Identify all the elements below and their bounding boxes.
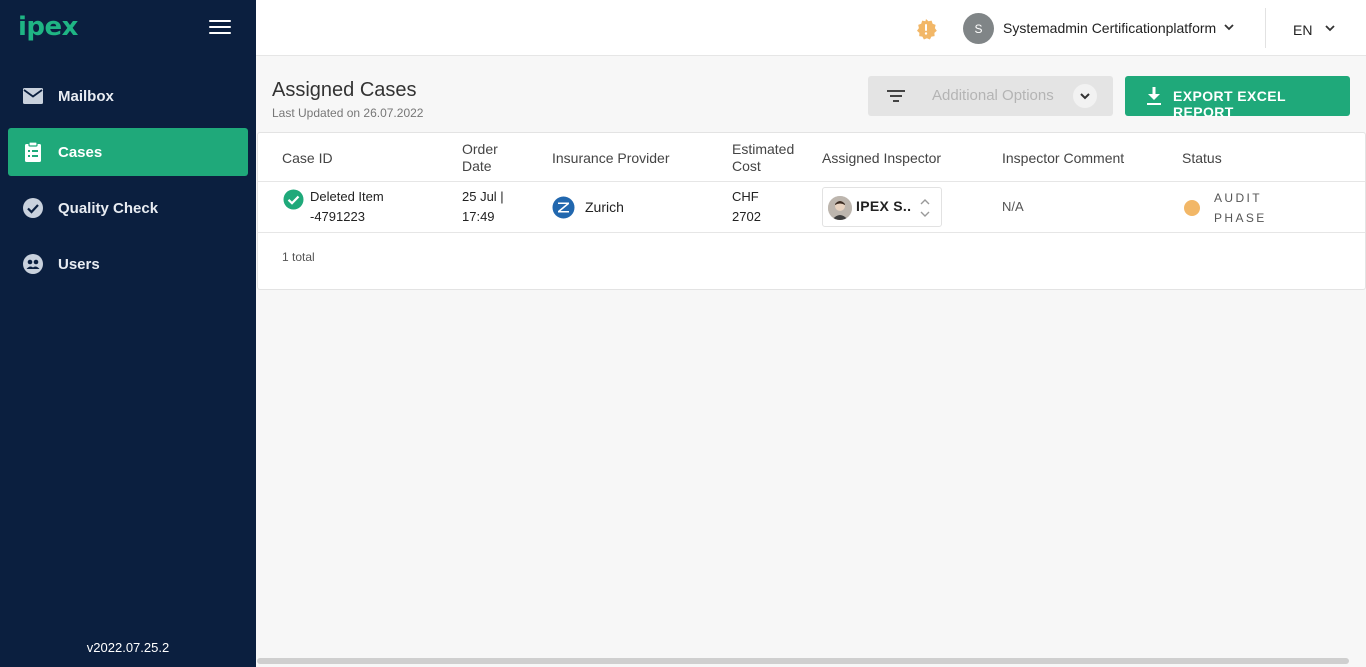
column-header-status[interactable]: Status xyxy=(1182,150,1222,167)
page-subtitle: Last Updated on 26.07.2022 xyxy=(272,106,424,120)
download-icon xyxy=(1145,86,1163,106)
column-header-estimated-cost[interactable]: Estimated Cost xyxy=(732,141,794,175)
sidebar-item-mailbox[interactable]: Mailbox xyxy=(8,72,248,120)
column-header-order-date[interactable]: Order Date xyxy=(462,141,498,175)
check-circle-icon xyxy=(283,189,304,210)
export-button-label: EXPORT EXCEL REPORT xyxy=(1173,88,1286,120)
user-name[interactable]: Systemadmin Certificationplatform xyxy=(1003,20,1216,36)
column-header-inspector-comment[interactable]: Inspector Comment xyxy=(1002,150,1124,167)
insurance-provider-cell: Zurich xyxy=(585,199,624,215)
chevron-down-icon[interactable] xyxy=(1323,21,1337,35)
total-count: 1 total xyxy=(282,250,315,264)
column-header-assigned-inspector[interactable]: Assigned Inspector xyxy=(822,150,941,167)
clipboard-icon xyxy=(21,140,45,164)
warning-badge-icon[interactable] xyxy=(915,18,937,40)
chevron-down-icon xyxy=(1073,84,1097,108)
up-down-chevron-icon[interactable] xyxy=(919,196,931,220)
horizontal-scrollbar[interactable] xyxy=(257,658,1349,664)
header-line: Order xyxy=(462,141,498,157)
status-indicator-dot xyxy=(1184,200,1200,216)
header-line: Cost xyxy=(732,158,761,174)
ipex-logo[interactable]: ipex xyxy=(18,12,78,42)
sidebar-item-quality-check[interactable]: Quality Check xyxy=(8,184,248,232)
users-icon xyxy=(21,252,45,276)
case-id-line: Deleted Item xyxy=(310,189,384,204)
check-circle-icon xyxy=(21,196,45,220)
sidebar-item-label: Mailbox xyxy=(58,87,114,105)
column-header-case-id[interactable]: Case ID xyxy=(282,150,333,167)
mail-icon xyxy=(21,84,45,108)
cases-table: Case ID Order Date Insurance Provider Es… xyxy=(257,132,1366,290)
case-id-line: -4791223 xyxy=(310,209,365,224)
divider xyxy=(1265,8,1266,48)
additional-options-button[interactable]: Additional Options xyxy=(868,76,1113,116)
user-avatar[interactable]: S xyxy=(963,13,994,44)
status-line: AUDIT xyxy=(1214,191,1262,205)
sidebar-item-label: Cases xyxy=(58,143,103,161)
inspector-avatar xyxy=(828,196,852,220)
cost-line: CHF xyxy=(732,189,759,204)
order-date-line: 17:49 xyxy=(462,209,495,224)
filter-icon xyxy=(886,87,906,105)
sidebar-item-users[interactable]: Users xyxy=(8,240,248,288)
status-cell: AUDIT PHASE xyxy=(1214,188,1284,228)
cost-line: 2702 xyxy=(732,209,761,224)
column-header-insurance-provider[interactable]: Insurance Provider xyxy=(552,150,670,167)
case-id-cell[interactable]: Deleted Item -4791223 xyxy=(310,187,384,227)
assigned-inspector-select[interactable]: IPEX S.. xyxy=(822,187,942,227)
additional-options-label: Additional Options xyxy=(932,87,1054,104)
inspector-comment-cell: N/A xyxy=(1002,199,1024,214)
table-row[interactable]: Deleted Item -4791223 25 Jul | 17:49 Zur… xyxy=(258,182,1365,233)
inspector-name: IPEX S.. xyxy=(856,198,912,214)
export-excel-report-button[interactable]: EXPORT EXCEL REPORT xyxy=(1125,76,1350,120)
language-selector[interactable]: EN xyxy=(1293,22,1312,38)
order-date-cell: 25 Jul | 17:49 xyxy=(462,187,504,227)
header-line: Estimated xyxy=(732,141,795,157)
sidebar-item-label: Users xyxy=(58,255,100,273)
estimated-cost-cell: CHF 2702 xyxy=(732,187,761,227)
sidebar: ipex Mailbox Cases Quality Check Users v… xyxy=(0,0,256,667)
chevron-down-icon[interactable] xyxy=(1222,20,1236,34)
header-line: Date xyxy=(462,158,492,174)
sidebar-item-label: Quality Check xyxy=(58,199,159,217)
app-version: v2022.07.25.2 xyxy=(86,640,170,655)
top-bar: S Systemadmin Certificationplatform EN xyxy=(256,0,1366,56)
page-title: Assigned Cases xyxy=(272,79,417,101)
sidebar-item-cases[interactable]: Cases xyxy=(8,128,248,176)
hamburger-menu-icon[interactable] xyxy=(209,20,231,38)
status-line: PHASE xyxy=(1214,211,1267,225)
sidebar-nav: Mailbox Cases Quality Check Users xyxy=(8,72,248,296)
zurich-logo-icon xyxy=(552,196,575,219)
order-date-line: 25 Jul | xyxy=(462,189,504,204)
table-header: Case ID Order Date Insurance Provider Es… xyxy=(258,133,1365,182)
